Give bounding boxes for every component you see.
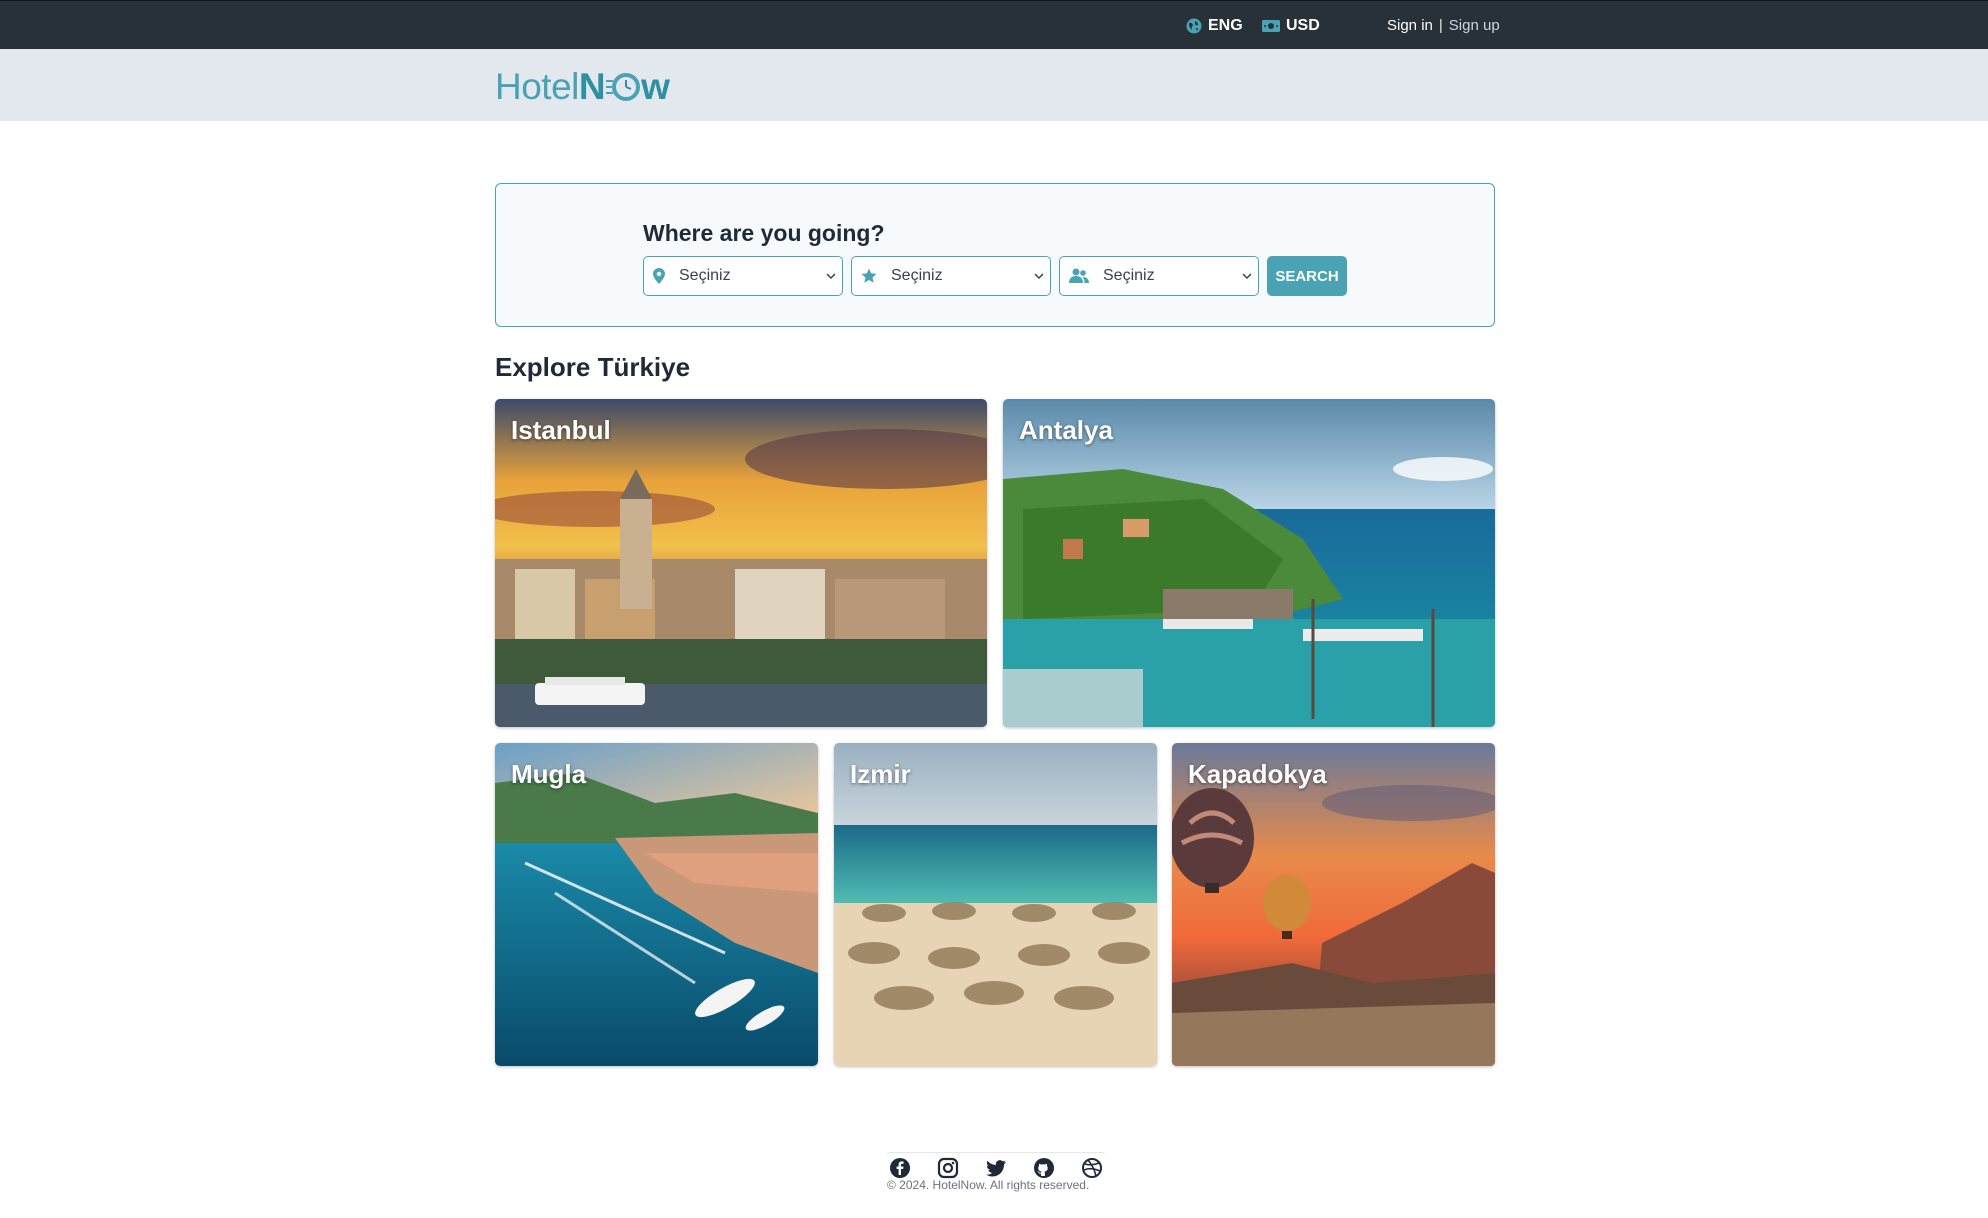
search-button[interactable]: SEARCH (1267, 256, 1347, 296)
istanbul-image (495, 399, 987, 727)
stars-select[interactable]: Seçiniz (851, 256, 1051, 296)
language-label: ENG (1208, 16, 1243, 34)
copyright-text: © 2024. HotelNow. All rights reserved. (887, 1178, 1090, 1192)
logo-text-w: w (641, 66, 670, 107)
search-panel: Where are you going? Seçiniz Seçiniz Seç… (495, 183, 1495, 327)
users-icon (1069, 268, 1089, 283)
guests-select-value: Seçiniz (1103, 267, 1155, 284)
social-links (887, 1152, 1105, 1180)
sign-in-link[interactable]: Sign in (1387, 17, 1433, 34)
language-selector[interactable]: ENG (1186, 1, 1243, 50)
explore-title: Explore Türkiye (495, 352, 691, 382)
search-title: Where are you going? (643, 220, 885, 246)
chevron-down-icon (1034, 273, 1044, 280)
auth-links: Sign in | Sign up (1387, 1, 1500, 50)
izmir-image (834, 743, 1157, 1066)
destination-label: Istanbul (511, 415, 611, 445)
globe-icon (1186, 18, 1202, 33)
site-logo[interactable]: Hotel N w (495, 66, 670, 107)
destination-card-istanbul[interactable]: Istanbul (495, 399, 987, 727)
github-icon[interactable] (1031, 1155, 1057, 1181)
money-icon (1262, 19, 1280, 32)
clock-icon (606, 73, 641, 101)
currency-label: USD (1286, 16, 1320, 34)
guests-select[interactable]: Seçiniz (1059, 256, 1259, 296)
currency-selector[interactable]: USD (1262, 1, 1320, 50)
antalya-image (1003, 399, 1495, 727)
destination-card-izmir[interactable]: Izmir (834, 743, 1157, 1066)
chevron-down-icon (1242, 273, 1252, 280)
destination-card-mugla[interactable]: Mugla (495, 743, 818, 1066)
destination-label: Mugla (511, 759, 587, 789)
site-header: Hotel N w (0, 49, 1988, 121)
location-select[interactable]: Seçiniz (643, 256, 843, 296)
twitter-icon[interactable] (983, 1155, 1009, 1181)
stars-select-value: Seçiniz (891, 267, 943, 284)
sign-up-link[interactable]: Sign up (1449, 17, 1500, 34)
top-bar: ENG USD Sign in | Sign up (0, 0, 1988, 49)
kapadokya-image (1172, 743, 1495, 1066)
auth-separator: | (1438, 17, 1443, 34)
star-icon (861, 268, 877, 283)
mugla-image (495, 743, 818, 1066)
instagram-icon[interactable] (935, 1155, 961, 1181)
dribbble-icon[interactable] (1079, 1155, 1105, 1181)
facebook-icon[interactable] (887, 1155, 913, 1181)
destination-card-antalya[interactable]: Antalya (1003, 399, 1495, 727)
map-pin-icon (653, 268, 665, 284)
destination-label: Antalya (1019, 415, 1113, 445)
location-select-value: Seçiniz (679, 267, 731, 284)
destination-label: Izmir (850, 759, 911, 789)
destination-card-kapadokya[interactable]: Kapadokya (1172, 743, 1495, 1066)
logo-text-hotel: Hotel (495, 66, 579, 107)
destination-label: Kapadokya (1188, 759, 1327, 789)
chevron-down-icon (826, 273, 836, 280)
logo-text-n: N (578, 66, 606, 107)
